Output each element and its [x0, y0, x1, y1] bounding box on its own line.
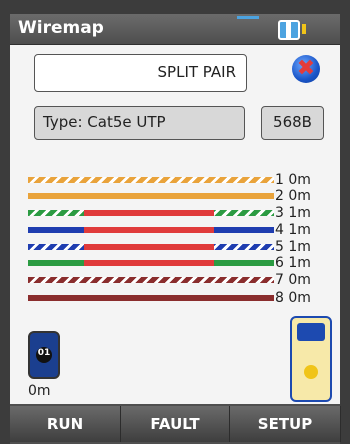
wire-4-split-section [84, 227, 214, 233]
wire-2 [28, 193, 274, 199]
wire-6 [28, 260, 274, 266]
wire-3-length: 3 1m [275, 205, 311, 221]
result-text: SPLIT PAIR [157, 63, 236, 81]
button-bar: RUN FAULT SETUP [10, 404, 341, 444]
tester-display: Wiremap SPLIT PAIR ✖ Type: Cat5e UTP 568… [10, 14, 341, 444]
wire-2-length: 2 0m [275, 188, 311, 204]
wire-1-length: 1 0m [275, 172, 311, 188]
wire-6-split-section [84, 260, 214, 266]
wire-7-conductor [28, 277, 274, 283]
setup-button[interactable]: SETUP [230, 406, 341, 442]
screen-title: Wiremap [18, 18, 104, 38]
wire-8-conductor [28, 295, 274, 301]
result-box: SPLIT PAIR [34, 54, 247, 92]
wire-2-conductor [28, 193, 274, 199]
close-glyph: ✖ [296, 56, 316, 81]
remote-distance: 0m [28, 383, 51, 399]
status-indicator [237, 16, 259, 19]
run-button[interactable]: RUN [10, 406, 121, 442]
close-icon[interactable]: ✖ [292, 55, 320, 83]
cable-type-box[interactable]: Type: Cat5e UTP [34, 106, 245, 140]
standard-box[interactable]: 568B [261, 106, 324, 140]
wire-7 [28, 277, 274, 283]
wire-8 [28, 295, 274, 301]
wire-4 [28, 227, 274, 233]
title-bar: Wiremap [10, 14, 340, 45]
battery-cap-icon [302, 24, 306, 34]
wire-4-length: 4 1m [275, 222, 311, 238]
wire-5-split-section [84, 244, 214, 250]
wire-1 [28, 177, 274, 183]
remote-unit-icon: 01 [28, 331, 60, 379]
wire-1-conductor [28, 177, 274, 183]
wire-3 [28, 210, 274, 216]
wire-8-length: 8 0m [275, 290, 311, 306]
fault-button[interactable]: FAULT [121, 406, 230, 442]
wire-5 [28, 244, 274, 250]
battery-icon [278, 20, 300, 40]
wire-7-length: 7 0m [275, 272, 311, 288]
tester-unit-icon [290, 316, 332, 402]
standard: 568B [273, 113, 312, 131]
wire-6-length: 6 1m [275, 255, 311, 271]
wire-5-length: 5 1m [275, 239, 311, 255]
remote-id: 01 [37, 348, 51, 358]
wiremap-screen: SPLIT PAIR ✖ Type: Cat5e UTP 568B 1 0m 2 … [10, 45, 340, 404]
cable-type: Type: Cat5e UTP [43, 113, 166, 131]
wire-3-split-section [84, 210, 214, 216]
